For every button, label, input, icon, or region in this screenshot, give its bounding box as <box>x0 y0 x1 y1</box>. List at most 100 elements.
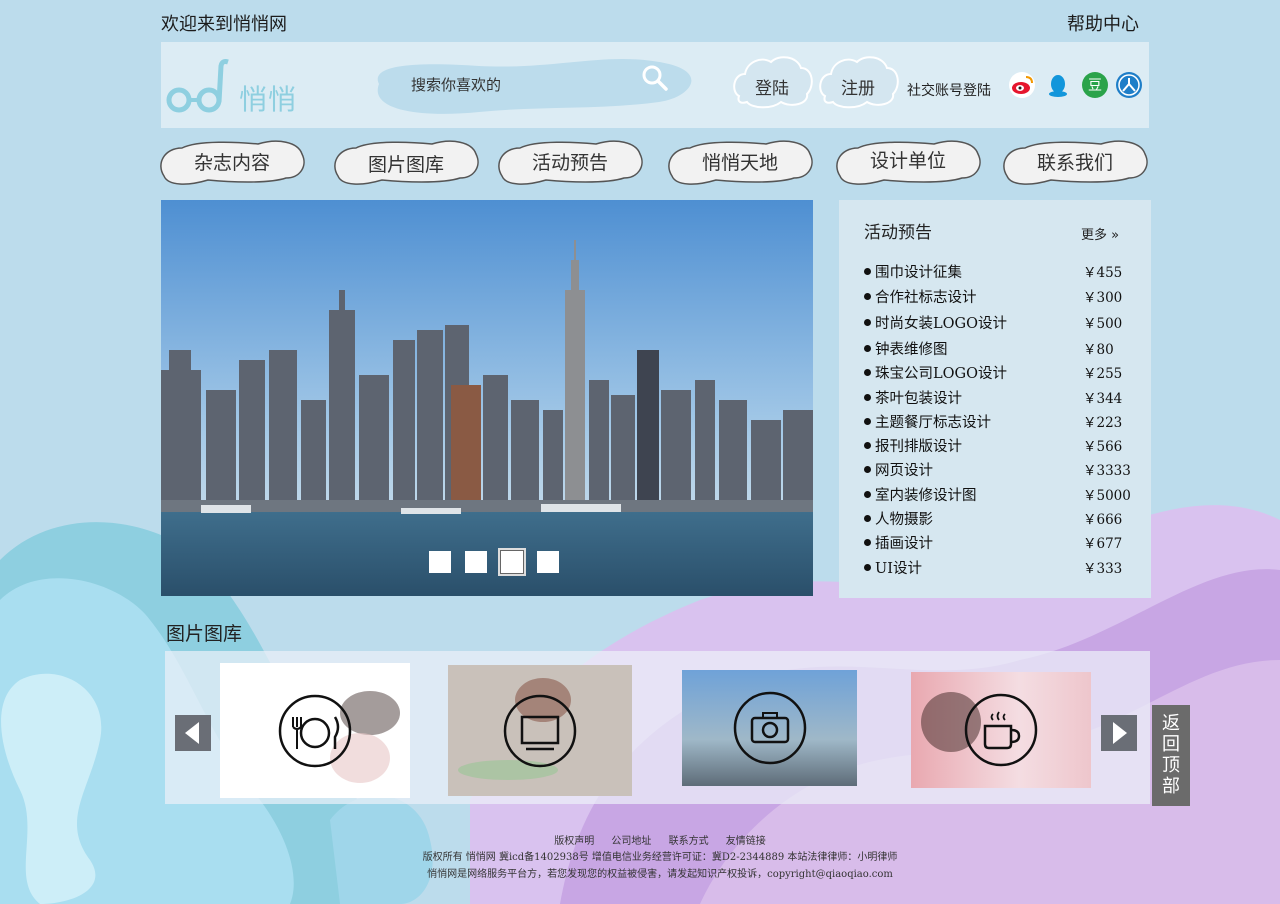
bullet-icon <box>864 369 871 376</box>
footer-link[interactable]: 联系方式 <box>669 836 709 847</box>
event-price: ￥3333 <box>1083 463 1131 479</box>
event-name: 时尚女装LOGO设计 <box>875 316 1007 332</box>
bullet-icon <box>864 293 871 300</box>
food-icon <box>278 694 352 767</box>
event-row[interactable]: 珠宝公司LOGO设计 ￥255 <box>864 362 1134 384</box>
footer-copyright: 版权所有 悄悄网 冀icd备1402938号 增值电信业务经营许可证：冀D2-2… <box>422 852 898 863</box>
carousel-dot-4[interactable] <box>537 551 559 573</box>
bullet-icon <box>864 394 871 401</box>
banner-carousel[interactable] <box>161 200 813 596</box>
event-row[interactable]: 时尚女装LOGO设计 ￥500 <box>864 312 1134 334</box>
event-name: 茶叶包装设计 <box>875 391 962 407</box>
carousel-dot-2[interactable] <box>465 551 487 573</box>
bullet-icon <box>864 466 871 473</box>
bullet-icon <box>864 564 871 571</box>
gallery-item-camera[interactable] <box>682 670 857 786</box>
bullet-icon <box>864 491 871 498</box>
footer-link[interactable]: 公司地址 <box>611 836 651 847</box>
more-link[interactable]: 更多 » <box>1081 224 1119 243</box>
nav-item-gallery[interactable]: 图片图库 <box>332 136 480 186</box>
event-price: ￥255 <box>1083 366 1123 382</box>
social-login-label: 社交账号登陆 <box>907 83 991 99</box>
search-icon[interactable] <box>641 64 669 92</box>
gallery-title: 图片图库 <box>166 623 243 645</box>
event-row[interactable]: 合作社标志设计 ￥300 <box>864 286 1134 308</box>
gallery-item-coffee[interactable] <box>911 672 1091 788</box>
event-row[interactable]: 钟表维修图 ￥80 <box>864 338 1134 360</box>
login-label: 登陆 <box>755 79 789 99</box>
event-price: ￥566 <box>1083 439 1123 455</box>
carousel-dot-3[interactable] <box>498 548 526 576</box>
logo-mark-icon <box>166 59 229 113</box>
gallery-item-tv[interactable] <box>448 665 632 796</box>
event-row[interactable]: 插画设计 ￥677 <box>864 532 1134 554</box>
gallery-next-button[interactable] <box>1101 715 1137 751</box>
more-label: 更多 <box>1081 228 1108 243</box>
event-name: 插画设计 <box>875 536 933 552</box>
nav-label: 杂志内容 <box>193 152 270 174</box>
event-name: 人物摄影 <box>875 512 933 528</box>
login-button[interactable]: 登陆 <box>731 52 813 110</box>
weibo-icon[interactable] <box>1009 72 1035 98</box>
nav-label: 悄悄天地 <box>701 152 778 174</box>
nav-label: 联系我们 <box>1036 152 1113 174</box>
bullet-icon <box>864 515 871 522</box>
footer-links: 版权声明 公司地址 联系方式 友情链接 <box>340 832 980 847</box>
event-name: 网页设计 <box>875 463 933 479</box>
event-price: ￥5000 <box>1083 488 1131 504</box>
back-to-top-label: 返回顶部 <box>1162 713 1180 797</box>
nav-item-contact[interactable]: 联系我们 <box>1001 136 1149 186</box>
event-name: 围巾设计征集 <box>875 265 962 281</box>
event-row[interactable]: 主题餐厅标志设计 ￥223 <box>864 411 1134 433</box>
nav-label: 设计单位 <box>869 150 946 172</box>
gallery-item-food[interactable] <box>220 663 410 798</box>
nav-item-magazine[interactable]: 杂志内容 <box>158 136 306 186</box>
nav-label: 活动预告 <box>531 152 608 174</box>
logo[interactable]: 悄悄 <box>165 56 325 116</box>
city-skyline-image <box>161 200 813 596</box>
event-name: 报刊排版设计 <box>875 439 962 455</box>
event-name: 室内装修设计图 <box>875 488 977 504</box>
nav-item-design-unit[interactable]: 设计单位 <box>834 136 982 186</box>
renren-icon[interactable] <box>1116 72 1142 98</box>
footer-link[interactable]: 友情链接 <box>726 836 766 847</box>
douban-icon[interactable]: 豆 <box>1082 72 1108 98</box>
arrow-right-icon <box>1113 722 1127 744</box>
gallery-prev-button[interactable] <box>175 715 211 751</box>
nav-item-world[interactable]: 悄悄天地 <box>666 136 814 186</box>
qq-icon[interactable] <box>1045 72 1071 98</box>
nav-item-events[interactable]: 活动预告 <box>496 136 644 186</box>
arrow-left-icon <box>185 722 199 744</box>
events-panel: 活动预告 更多 » 围巾设计征集 ￥455 合作社标志设计 ￥300 时尚女装LOG… <box>839 200 1151 598</box>
event-price: ￥677 <box>1083 536 1123 552</box>
double-chevron-right-icon: » <box>1111 228 1120 243</box>
event-row[interactable]: 报刊排版设计 ￥566 <box>864 435 1134 457</box>
register-label: 注册 <box>841 79 875 99</box>
event-name: 珠宝公司LOGO设计 <box>875 366 1007 382</box>
event-price: ￥333 <box>1083 561 1123 577</box>
bullet-icon <box>864 345 871 352</box>
event-row[interactable]: 人物摄影 ￥666 <box>864 508 1134 530</box>
tv-icon <box>503 694 577 767</box>
event-row[interactable]: 围巾设计征集 ￥455 <box>864 261 1134 283</box>
event-price: ￥223 <box>1083 415 1123 431</box>
event-row[interactable]: 网页设计 ￥3333 <box>864 459 1134 481</box>
search-input[interactable]: 搜索你喜欢的 <box>411 74 501 95</box>
gallery-strip <box>165 651 1150 804</box>
logo-text: 悄悄 <box>239 83 298 116</box>
footer-link[interactable]: 版权声明 <box>554 836 594 847</box>
carousel-dot-1[interactable] <box>429 551 451 573</box>
event-price: ￥300 <box>1083 290 1123 306</box>
event-row[interactable]: UI设计 ￥333 <box>864 557 1134 579</box>
header-bar: 悄悄 搜索你喜欢的 登陆 注册 社交账号登陆 豆 <box>161 42 1149 128</box>
help-center-link[interactable]: 帮助中心 <box>1067 10 1139 36</box>
event-price: ￥666 <box>1083 512 1123 528</box>
event-row[interactable]: 茶叶包装设计 ￥344 <box>864 387 1134 409</box>
event-price: ￥500 <box>1083 316 1123 332</box>
back-to-top-button[interactable]: 返回顶部 <box>1152 705 1190 806</box>
register-button[interactable]: 注册 <box>817 52 899 110</box>
bullet-icon <box>864 418 871 425</box>
camera-icon <box>733 691 806 765</box>
event-price: ￥455 <box>1083 265 1123 281</box>
event-row[interactable]: 室内装修设计图 ￥5000 <box>864 484 1134 506</box>
